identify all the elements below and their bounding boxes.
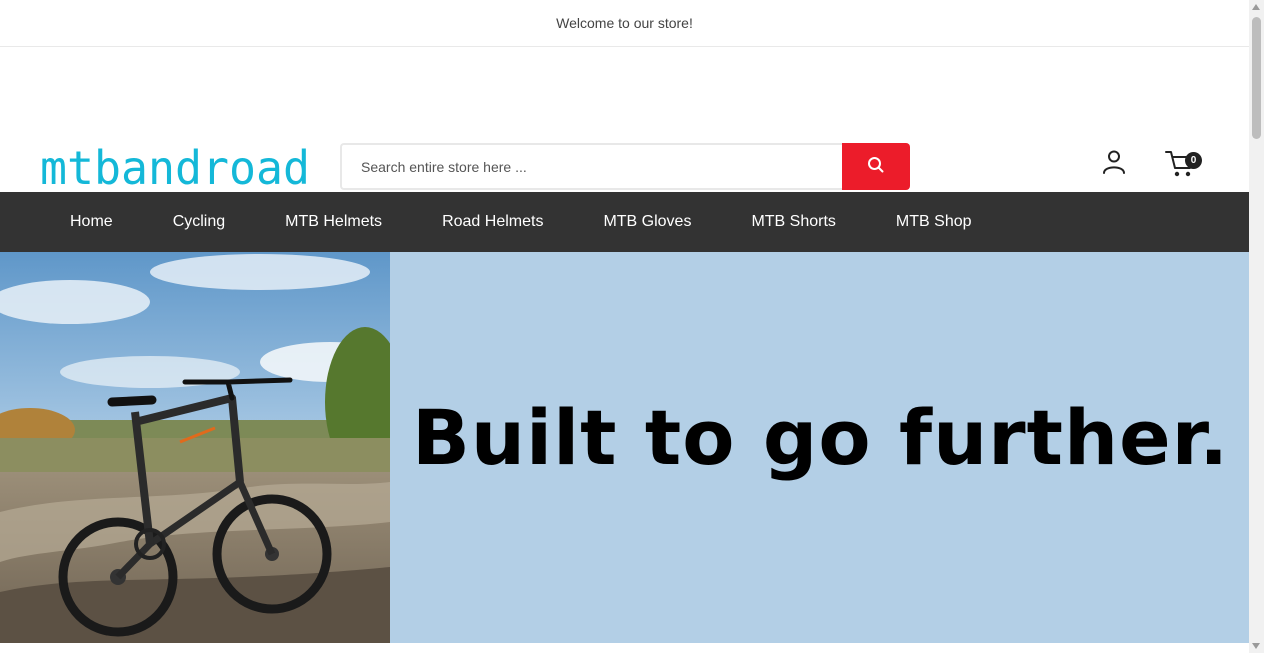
hero-bike-photo [0,252,390,643]
nav-item-road-helmets[interactable]: Road Helmets [412,192,573,252]
cart-button[interactable]: 0 [1164,147,1204,179]
user-icon [1102,149,1126,180]
account-button[interactable] [1100,150,1128,178]
cart-count-badge: 0 [1185,152,1202,169]
scroll-up-arrow-icon[interactable] [1252,4,1260,10]
nav-item-mtb-gloves[interactable]: MTB Gloves [573,192,721,252]
logo-text: mtbandroad [40,142,310,190]
nav-item-mtb-shop[interactable]: MTB Shop [866,192,1002,252]
welcome-bar: Welcome to our store! [0,0,1249,47]
welcome-text: Welcome to our store! [556,15,693,31]
scroll-down-arrow-icon[interactable] [1252,643,1260,649]
site-header: mtbandroad 0 [0,47,1249,192]
search-bar [340,143,910,190]
main-nav: Home Cycling MTB Helmets Road Helmets MT… [0,192,1249,252]
nav-item-mtb-helmets[interactable]: MTB Helmets [255,192,412,252]
search-input[interactable] [340,143,842,190]
nav-item-mtb-shorts[interactable]: MTB Shorts [721,192,865,252]
nav-item-cycling[interactable]: Cycling [143,192,255,252]
search-icon [867,156,885,177]
page-scrollbar[interactable] [1249,0,1264,653]
page: Welcome to our store! mtbandroad Search … [0,0,1249,653]
search-button[interactable] [842,143,910,190]
site-logo[interactable]: mtbandroad [40,142,312,190]
hero-heading: Built to go further. [412,393,1230,482]
scroll-thumb[interactable] [1252,17,1261,139]
nav-item-home[interactable]: Home [40,192,143,252]
